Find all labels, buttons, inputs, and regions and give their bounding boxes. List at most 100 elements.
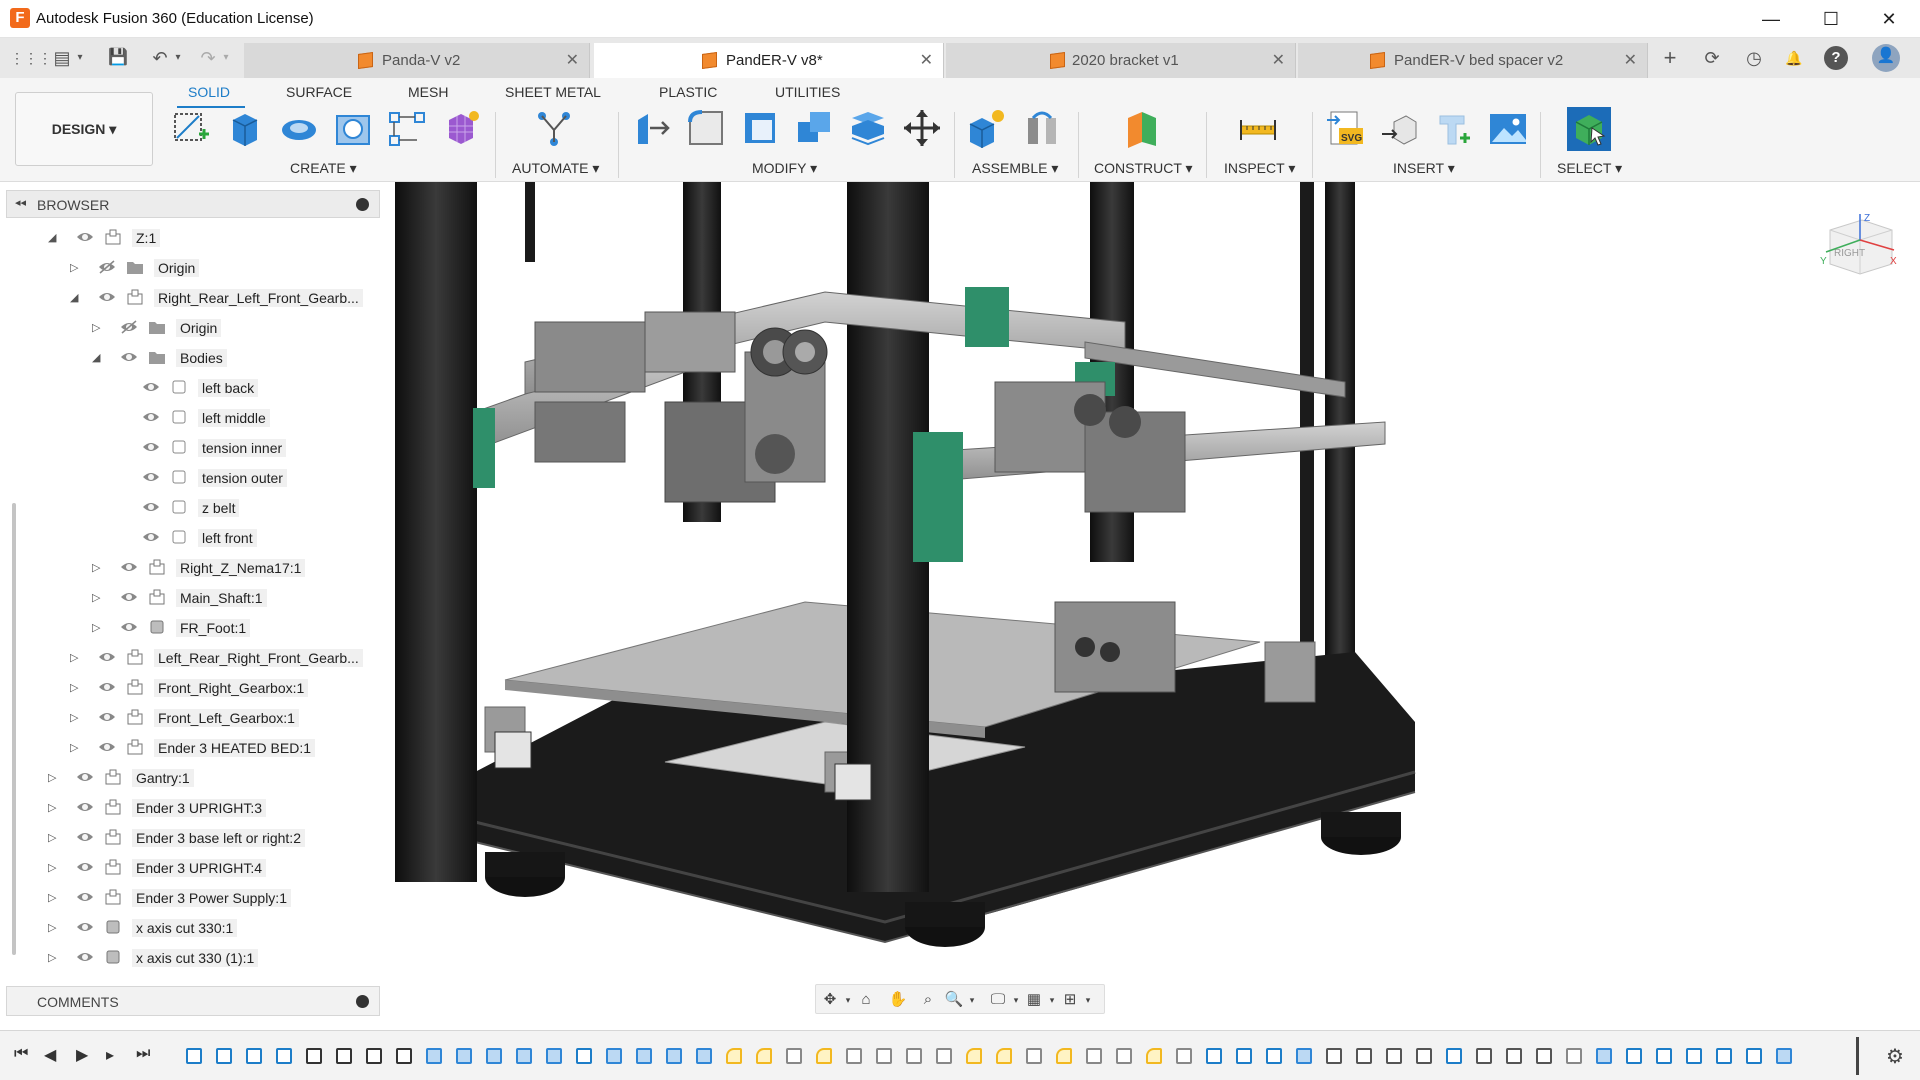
timeline-move-icon[interactable] [336, 1048, 352, 1064]
assemble-group-label[interactable]: ASSEMBLE ▾ [972, 160, 1058, 177]
tab-pander-v-v8[interactable]: PandER-V v8* ✕ [594, 43, 944, 78]
timeline-fillet-icon[interactable] [996, 1048, 1012, 1064]
visibility-eye-icon[interactable] [76, 920, 94, 934]
timeline-sketch-icon[interactable] [1266, 1048, 1282, 1064]
insert-group-label[interactable]: INSERT ▾ [1393, 160, 1455, 177]
timeline-extrude-icon[interactable] [1296, 1048, 1312, 1064]
tab-mesh[interactable]: MESH [408, 84, 448, 100]
timeline-settings-icon[interactable]: ⚙ [1886, 1044, 1904, 1069]
tab-surface[interactable]: SURFACE [286, 84, 352, 100]
minimize-panel-icon[interactable] [356, 198, 369, 211]
expand-arrow-icon[interactable]: ▷ [48, 831, 56, 844]
visibility-eye-icon[interactable] [76, 230, 94, 244]
select-icon[interactable] [1566, 106, 1612, 152]
form-icon[interactable] [441, 108, 481, 148]
fillet-icon[interactable] [686, 108, 726, 148]
extrude-icon[interactable] [225, 108, 265, 148]
expand-arrow-icon[interactable]: ▷ [70, 261, 78, 274]
browser-node[interactable]: ▷ Ender 3 UPRIGHT:3 [0, 794, 380, 822]
timeline-extrude-icon[interactable] [666, 1048, 682, 1064]
timeline-sketch-icon[interactable] [1626, 1048, 1642, 1064]
zoom-window-icon[interactable]: 🔍 [944, 990, 964, 1010]
browser-node[interactable]: tension inner [0, 434, 380, 462]
browser-node[interactable]: ▷ x axis cut 330:1 [0, 914, 380, 942]
timeline-extrude-icon[interactable] [606, 1048, 622, 1064]
tab-solid[interactable]: SOLID [188, 84, 230, 100]
expand-arrow-icon[interactable]: ▷ [48, 951, 56, 964]
close-tab-icon[interactable]: ✕ [1272, 50, 1285, 70]
timeline-sketch-icon[interactable] [1656, 1048, 1672, 1064]
look-at-icon[interactable]: ⌂ [856, 990, 876, 1010]
clock-icon[interactable]: ◷ [1742, 46, 1766, 70]
insert-decal-icon[interactable] [1434, 108, 1474, 148]
app-grid-icon[interactable]: ⋮⋮⋮ [10, 46, 52, 70]
timeline-sketch-icon[interactable] [1446, 1048, 1462, 1064]
timeline-extrude-icon[interactable] [516, 1048, 532, 1064]
help-icon[interactable]: ? [1824, 46, 1848, 70]
browser-node[interactable]: ▷ Ender 3 UPRIGHT:4 [0, 854, 380, 882]
expand-arrow-icon[interactable]: ▷ [70, 651, 78, 664]
visibility-eye-icon[interactable] [76, 800, 94, 814]
timeline-fillet-icon[interactable] [1146, 1048, 1162, 1064]
tab-sheet-metal[interactable]: SHEET METAL [505, 84, 601, 100]
timeline-extrude-icon[interactable] [426, 1048, 442, 1064]
browser-node[interactable]: z belt [0, 494, 380, 522]
timeline-combine-icon[interactable] [1176, 1048, 1192, 1064]
timeline-sketch-icon[interactable] [1686, 1048, 1702, 1064]
grid-dropdown-icon[interactable]: ▾ [1042, 990, 1062, 1010]
close-tab-icon[interactable]: ✕ [1624, 50, 1637, 70]
timeline-next-icon[interactable]: ▸ [106, 1045, 114, 1065]
browser-node[interactable]: ▷ x axis cut 330 (1):1 [0, 944, 380, 972]
visibility-eye-icon[interactable] [98, 650, 116, 664]
file-menu-icon[interactable]: ▤ [50, 46, 74, 70]
timeline-fillet-icon[interactable] [816, 1048, 832, 1064]
visibility-eye-icon[interactable] [98, 680, 116, 694]
timeline-sketch-icon[interactable] [1236, 1048, 1252, 1064]
timeline-previous-icon[interactable]: ◀ [44, 1045, 56, 1065]
pattern-icon[interactable] [387, 108, 427, 148]
visibility-eye-icon[interactable] [120, 620, 138, 634]
browser-node[interactable]: ▷ FR_Foot:1 [0, 614, 380, 642]
expand-arrow-icon[interactable]: ▷ [92, 321, 100, 334]
display-settings-icon[interactable]: 🖵 [988, 990, 1008, 1010]
expand-arrow-icon[interactable]: ▷ [48, 921, 56, 934]
move-copy-icon[interactable] [902, 108, 942, 148]
browser-node[interactable]: ◢ Z:1 [0, 224, 380, 252]
timeline-joint-icon[interactable] [1386, 1048, 1402, 1064]
visibility-eye-icon[interactable] [142, 530, 160, 544]
orbit-dropdown-icon[interactable]: ▾ [838, 990, 858, 1010]
browser-node[interactable]: ▷ Origin [0, 254, 380, 282]
collapse-panel-icon[interactable]: ◂◂ [15, 196, 26, 209]
timeline-joint-icon[interactable] [1356, 1048, 1372, 1064]
combine-icon[interactable] [794, 108, 834, 148]
minimize-button[interactable]: — [1748, 6, 1794, 32]
timeline-combine-icon[interactable] [786, 1048, 802, 1064]
close-tab-icon[interactable]: ✕ [566, 50, 579, 70]
timeline-combine-icon[interactable] [846, 1048, 862, 1064]
browser-node[interactable]: left back [0, 374, 380, 402]
timeline-fillet-icon[interactable] [1056, 1048, 1072, 1064]
timeline-combine-icon[interactable] [936, 1048, 952, 1064]
expand-arrow-icon[interactable]: ▷ [92, 561, 100, 574]
automate-icon[interactable] [534, 108, 574, 148]
browser-node[interactable]: ▷ Front_Left_Gearbox:1 [0, 704, 380, 732]
visibility-eye-icon[interactable] [142, 380, 160, 394]
timeline-combine-icon[interactable] [1116, 1048, 1132, 1064]
timeline-joint-icon[interactable] [1506, 1048, 1522, 1064]
joint-icon[interactable] [1022, 108, 1062, 148]
save-icon[interactable]: 💾 [106, 46, 130, 70]
timeline-move-icon[interactable] [396, 1048, 412, 1064]
timeline-extrude-icon[interactable] [1596, 1048, 1612, 1064]
printer-model[interactable] [385, 182, 1920, 1020]
3d-viewport[interactable] [385, 182, 1920, 1020]
timeline-sketch-icon[interactable] [1746, 1048, 1762, 1064]
timeline-combine-icon[interactable] [1086, 1048, 1102, 1064]
expand-arrow-icon[interactable]: ▷ [70, 681, 78, 694]
tab-2020-bracket-v1[interactable]: 2020 bracket v1 ✕ [946, 43, 1296, 78]
browser-node[interactable]: ◢ Bodies [0, 344, 380, 372]
expand-arrow-icon[interactable]: ▷ [70, 741, 78, 754]
browser-node[interactable]: tension outer [0, 464, 380, 492]
close-window-button[interactable]: ✕ [1866, 6, 1912, 32]
expand-arrow-icon[interactable]: ▷ [92, 621, 100, 634]
hole-icon[interactable] [333, 108, 373, 148]
